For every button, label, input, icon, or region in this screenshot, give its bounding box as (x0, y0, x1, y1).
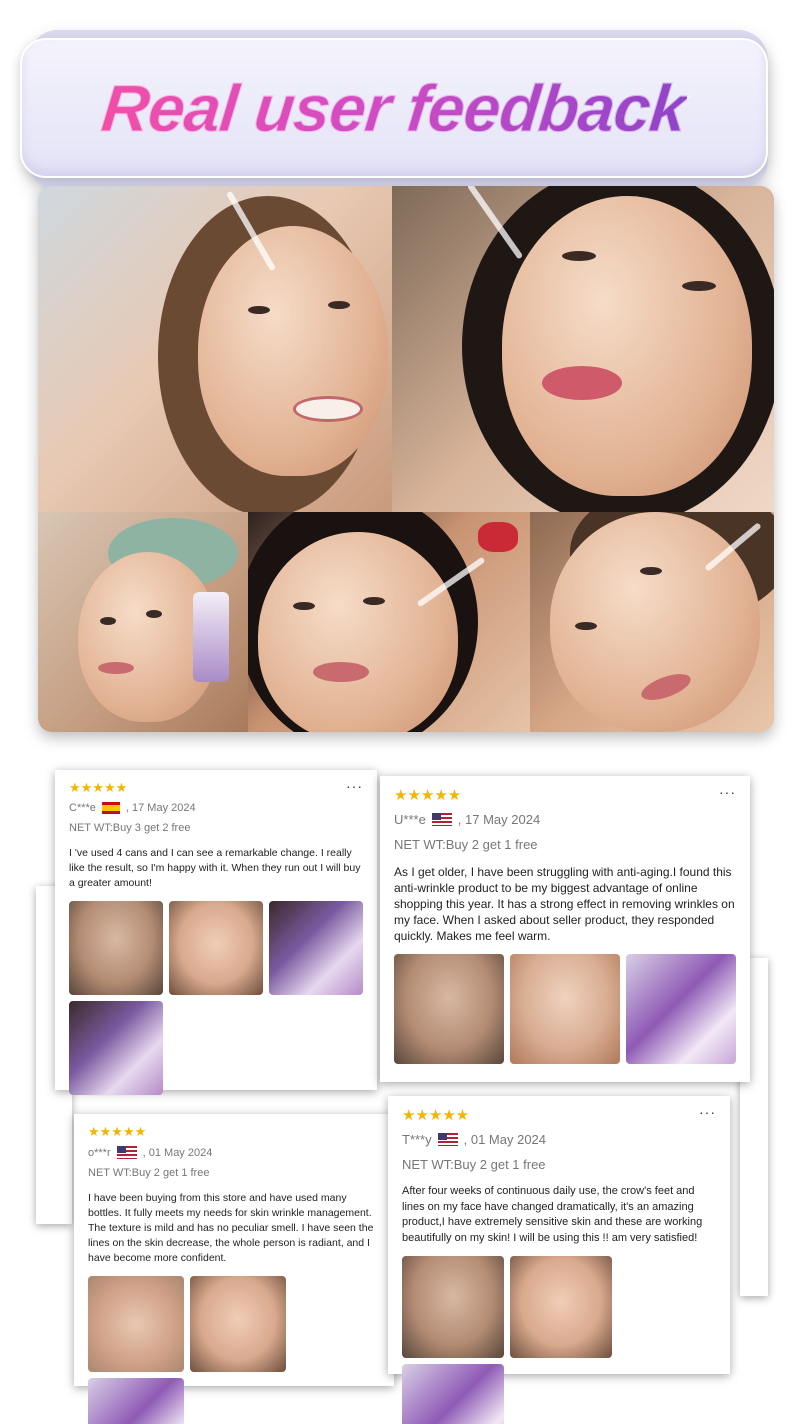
spain-flag-icon (101, 802, 120, 814)
reviewer-name: o***r (88, 1146, 111, 1159)
reviewer-info: C***e , 17 May 2024 (69, 802, 363, 814)
reviewer-name: U***e (394, 812, 426, 827)
review-photo[interactable] (190, 1276, 286, 1372)
banner: Real user feedback (20, 38, 768, 178)
review-photo[interactable] (510, 954, 620, 1064)
usa-flag-icon (437, 1133, 458, 1146)
photo-collage (38, 186, 774, 732)
customer-photo-4 (248, 512, 530, 732)
review-text: I have been buying from this store and h… (88, 1192, 374, 1264)
purchase-option: NET WT:Buy 2 get 1 free (394, 837, 538, 852)
more-options-icon[interactable]: ··· (346, 778, 363, 794)
customer-photo-3 (38, 512, 248, 732)
review-photo[interactable] (88, 1276, 184, 1372)
review-text: After four weeks of continuous daily use… (402, 1185, 703, 1244)
reviewer-name: T***y (402, 1132, 432, 1147)
reviewer-info: U***e , 17 May 2024 (394, 812, 736, 827)
usa-flag-icon (116, 1146, 137, 1159)
customer-photo-2 (392, 186, 774, 512)
purchase-option: NET WT:Buy 2 get 1 free (88, 1167, 210, 1179)
review-photo[interactable] (626, 954, 736, 1064)
review-card: ★★★★★ ··· C***e , 17 May 2024 NET WT:Buy… (55, 770, 377, 1095)
reviewer-info: T***y , 01 May 2024 (402, 1132, 716, 1147)
star-rating: ★★★★★ (402, 1107, 470, 1124)
review-photo[interactable] (402, 1256, 504, 1358)
customer-photo-1 (38, 186, 392, 512)
review-photos (69, 901, 363, 1095)
star-rating: ★★★★★ (69, 780, 128, 795)
review-date: , 17 May 2024 (125, 802, 196, 814)
review-card: ★★★★★ ··· U***e , 17 May 2024 NET WT:Buy… (380, 776, 750, 1082)
review-photo[interactable] (88, 1378, 184, 1424)
review-photo[interactable] (69, 1001, 163, 1095)
reviewer-name: C***e (69, 802, 96, 814)
review-photo[interactable] (69, 901, 163, 995)
purchase-option: NET WT:Buy 3 get 2 free (69, 822, 191, 834)
review-card: ★★★★★ ··· T***y , 01 May 2024 NET WT:Buy… (388, 1096, 730, 1424)
review-photo[interactable] (402, 1364, 504, 1424)
review-text: I 've used 4 cans and I can see a remark… (69, 847, 361, 889)
review-date: , 01 May 2024 (142, 1146, 213, 1159)
review-photos (402, 1256, 716, 1424)
star-rating: ★★★★★ (394, 787, 462, 804)
review-text: As I get older, I have been struggling w… (394, 865, 735, 943)
review-date: , 01 May 2024 (463, 1132, 547, 1147)
usa-flag-icon (431, 813, 452, 826)
review-photo[interactable] (394, 954, 504, 1064)
banner-title: Real user feedback (98, 71, 690, 146)
review-card: ★★★★★ o***r , 01 May 2024 NET WT:Buy 2 g… (74, 1114, 394, 1424)
review-date: , 17 May 2024 (457, 812, 541, 827)
review-photos (88, 1276, 380, 1424)
review-photo[interactable] (169, 901, 263, 995)
more-options-icon[interactable]: ··· (699, 1104, 716, 1120)
customer-photo-5 (530, 512, 774, 732)
review-photos (394, 954, 736, 1064)
more-options-icon[interactable]: ··· (719, 784, 736, 800)
purchase-option: NET WT:Buy 2 get 1 free (402, 1157, 546, 1172)
reviewer-info: o***r , 01 May 2024 (88, 1146, 380, 1159)
review-photo[interactable] (269, 901, 363, 995)
review-photo[interactable] (510, 1256, 612, 1358)
star-rating: ★★★★★ (88, 1124, 147, 1139)
